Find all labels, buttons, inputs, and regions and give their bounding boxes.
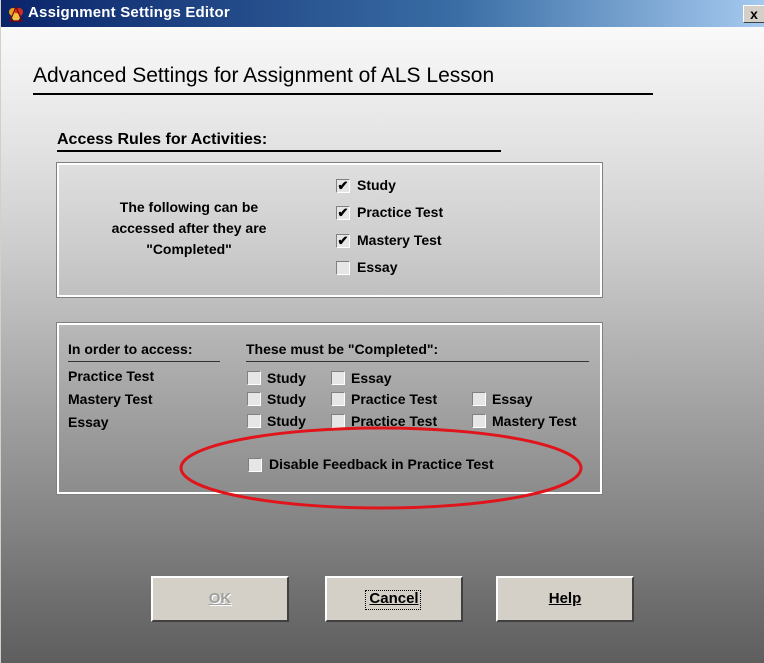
highlight-ellipse: [179, 426, 583, 510]
left-header-divider: [68, 361, 220, 362]
practice-requires-essay-checkbox[interactable]: [331, 371, 345, 385]
title-divider: [33, 93, 653, 95]
help-button[interactable]: Help: [496, 576, 634, 622]
close-button[interactable]: x: [743, 5, 764, 23]
mastery-requires-practice-test-checkbox[interactable]: [331, 392, 345, 406]
help-button-label: Help: [548, 590, 582, 607]
must-be-completed-header: These must be "Completed":: [246, 341, 439, 357]
right-header-divider: [246, 361, 589, 362]
access-rules-description: The following can be accessed after they…: [104, 197, 274, 260]
target-mastery-test: Mastery Test: [68, 391, 153, 407]
close-icon: x: [750, 6, 758, 22]
practice-test-access-checkbox[interactable]: ✔: [336, 206, 350, 220]
description-line-2: accessed after they are: [111, 220, 267, 236]
practice-test-access-label[interactable]: Practice Test: [357, 204, 443, 220]
mastery-requires-study-checkbox[interactable]: [247, 392, 261, 406]
checkmark-icon: ✔: [337, 178, 349, 193]
access-rules-title: Access Rules for Activities:: [57, 131, 268, 148]
description-line-3: "Completed": [146, 241, 232, 257]
ok-button-label: OK: [208, 590, 232, 607]
target-essay: Essay: [68, 414, 109, 430]
practice-requires-study-label[interactable]: Study: [267, 370, 306, 386]
essay-access-label[interactable]: Essay: [357, 259, 397, 275]
in-order-to-access-header: In order to access:: [68, 341, 193, 357]
mastery-requires-essay-label[interactable]: Essay: [492, 391, 532, 407]
ok-button[interactable]: OK: [151, 576, 289, 622]
app-logo-icon: [9, 5, 23, 22]
practice-requires-study-checkbox[interactable]: [247, 371, 261, 385]
page-title: Advanced Settings for Assignment of ALS …: [33, 64, 495, 87]
checkmark-icon: ✔: [337, 205, 349, 220]
mastery-requires-essay-checkbox[interactable]: [472, 392, 486, 406]
description-line-1: The following can be: [119, 199, 259, 215]
essay-access-checkbox[interactable]: [336, 261, 350, 275]
mastery-test-access-checkbox[interactable]: ✔: [336, 234, 350, 248]
practice-requires-essay-label[interactable]: Essay: [351, 370, 391, 386]
checkmark-icon: ✔: [337, 233, 349, 248]
assignment-settings-window: Assignment Settings Editor x Advanced Se…: [0, 0, 764, 663]
access-rules-divider: [57, 150, 501, 152]
title-bar[interactable]: Assignment Settings Editor x: [1, 0, 764, 27]
mastery-requires-study-label[interactable]: Study: [267, 391, 306, 407]
mastery-test-access-label[interactable]: Mastery Test: [357, 232, 442, 248]
study-access-checkbox[interactable]: ✔: [336, 179, 350, 193]
focus-indicator: [365, 590, 421, 610]
study-access-label[interactable]: Study: [357, 177, 396, 193]
window-title: Assignment Settings Editor: [28, 4, 230, 21]
target-practice-test: Practice Test: [68, 368, 155, 384]
mastery-requires-practice-test-label[interactable]: Practice Test: [351, 391, 437, 407]
